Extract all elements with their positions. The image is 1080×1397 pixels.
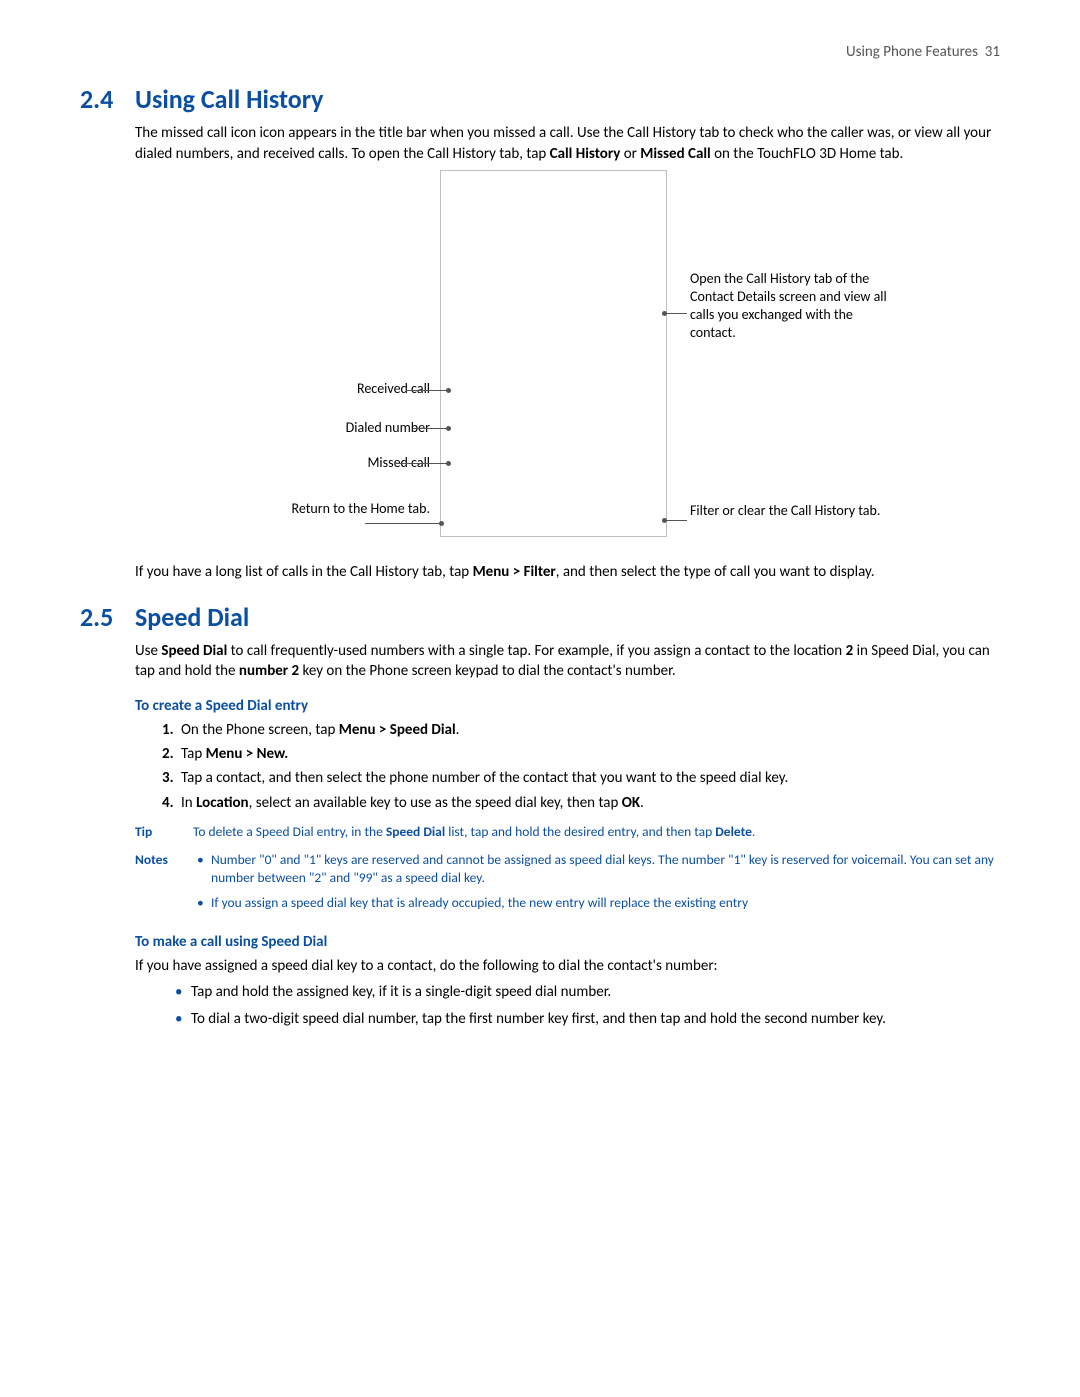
notes-row: Notes Number "0" and "1" keys are reserv… — [135, 851, 1000, 918]
section-number: 2.5 — [80, 600, 135, 635]
leader-line — [665, 520, 687, 521]
notes-label: Notes — [135, 851, 179, 918]
callout-open-history: Open the Call History tab of the Contact… — [690, 270, 890, 343]
callout-return-home: Return to the Home tab. — [250, 500, 430, 518]
tip-label: Tip — [135, 823, 175, 841]
tip-row: Tip To delete a Speed Dial entry, in the… — [135, 823, 1000, 841]
subhead-create-entry: To create a Speed Dial entry — [135, 696, 1000, 716]
section-2-5: 2.5 Speed Dial Use Speed Dial to call fr… — [80, 600, 1000, 1029]
note-1: Number "0" and "1" keys are reserved and… — [197, 851, 1000, 887]
section-title: Using Call History — [135, 82, 323, 117]
filter-paragraph: If you have a long list of calls in the … — [135, 562, 1000, 582]
leader-line — [394, 463, 448, 464]
bullet-2: To dial a two-digit speed dial number, t… — [175, 1009, 1000, 1029]
callout-dialed: Dialed number — [250, 419, 430, 437]
step-3: Tap a contact, and then select the phone… — [177, 768, 1000, 788]
make-call-bullets: Tap and hold the assigned key, if it is … — [175, 982, 1000, 1029]
page-number: 31 — [985, 43, 1000, 61]
bullet-1: Tap and hold the assigned key, if it is … — [175, 982, 1000, 1002]
step-1: On the Phone screen, tap Menu > Speed Di… — [177, 720, 1000, 740]
speed-dial-intro: Use Speed Dial to call frequently-used n… — [135, 641, 1000, 682]
step-2: Tap Menu > New. — [177, 744, 1000, 764]
section-title: Speed Dial — [135, 600, 249, 635]
page-header: Using Phone Features 31 — [80, 42, 1000, 62]
tip-text: To delete a Speed Dial entry, in the Spe… — [193, 823, 755, 841]
note-2: If you assign a speed dial key that is a… — [197, 894, 1000, 912]
call-history-figure: Received call Dialed number Missed call … — [135, 170, 1000, 560]
leader-line — [406, 390, 448, 391]
step-4: In Location, select an available key to … — [177, 793, 1000, 813]
leader-line — [413, 428, 448, 429]
callout-received: Received call — [250, 380, 430, 398]
make-call-intro: If you have assigned a speed dial key to… — [135, 956, 1000, 976]
leader-line — [365, 523, 441, 524]
chapter-name: Using Phone Features — [846, 43, 978, 61]
subhead-make-call: To make a call using Speed Dial — [135, 932, 1000, 952]
leader-line — [665, 313, 687, 314]
phone-screenshot-placeholder — [440, 170, 667, 537]
create-entry-steps: On the Phone screen, tap Menu > Speed Di… — [135, 720, 1000, 813]
section-2-4: 2.4 Using Call History The missed call i… — [80, 82, 1000, 582]
section-number: 2.4 — [80, 82, 135, 117]
intro-paragraph: The missed call icon icon appears in the… — [135, 123, 1000, 164]
callout-filter: Filter or clear the Call History tab. — [690, 502, 890, 520]
